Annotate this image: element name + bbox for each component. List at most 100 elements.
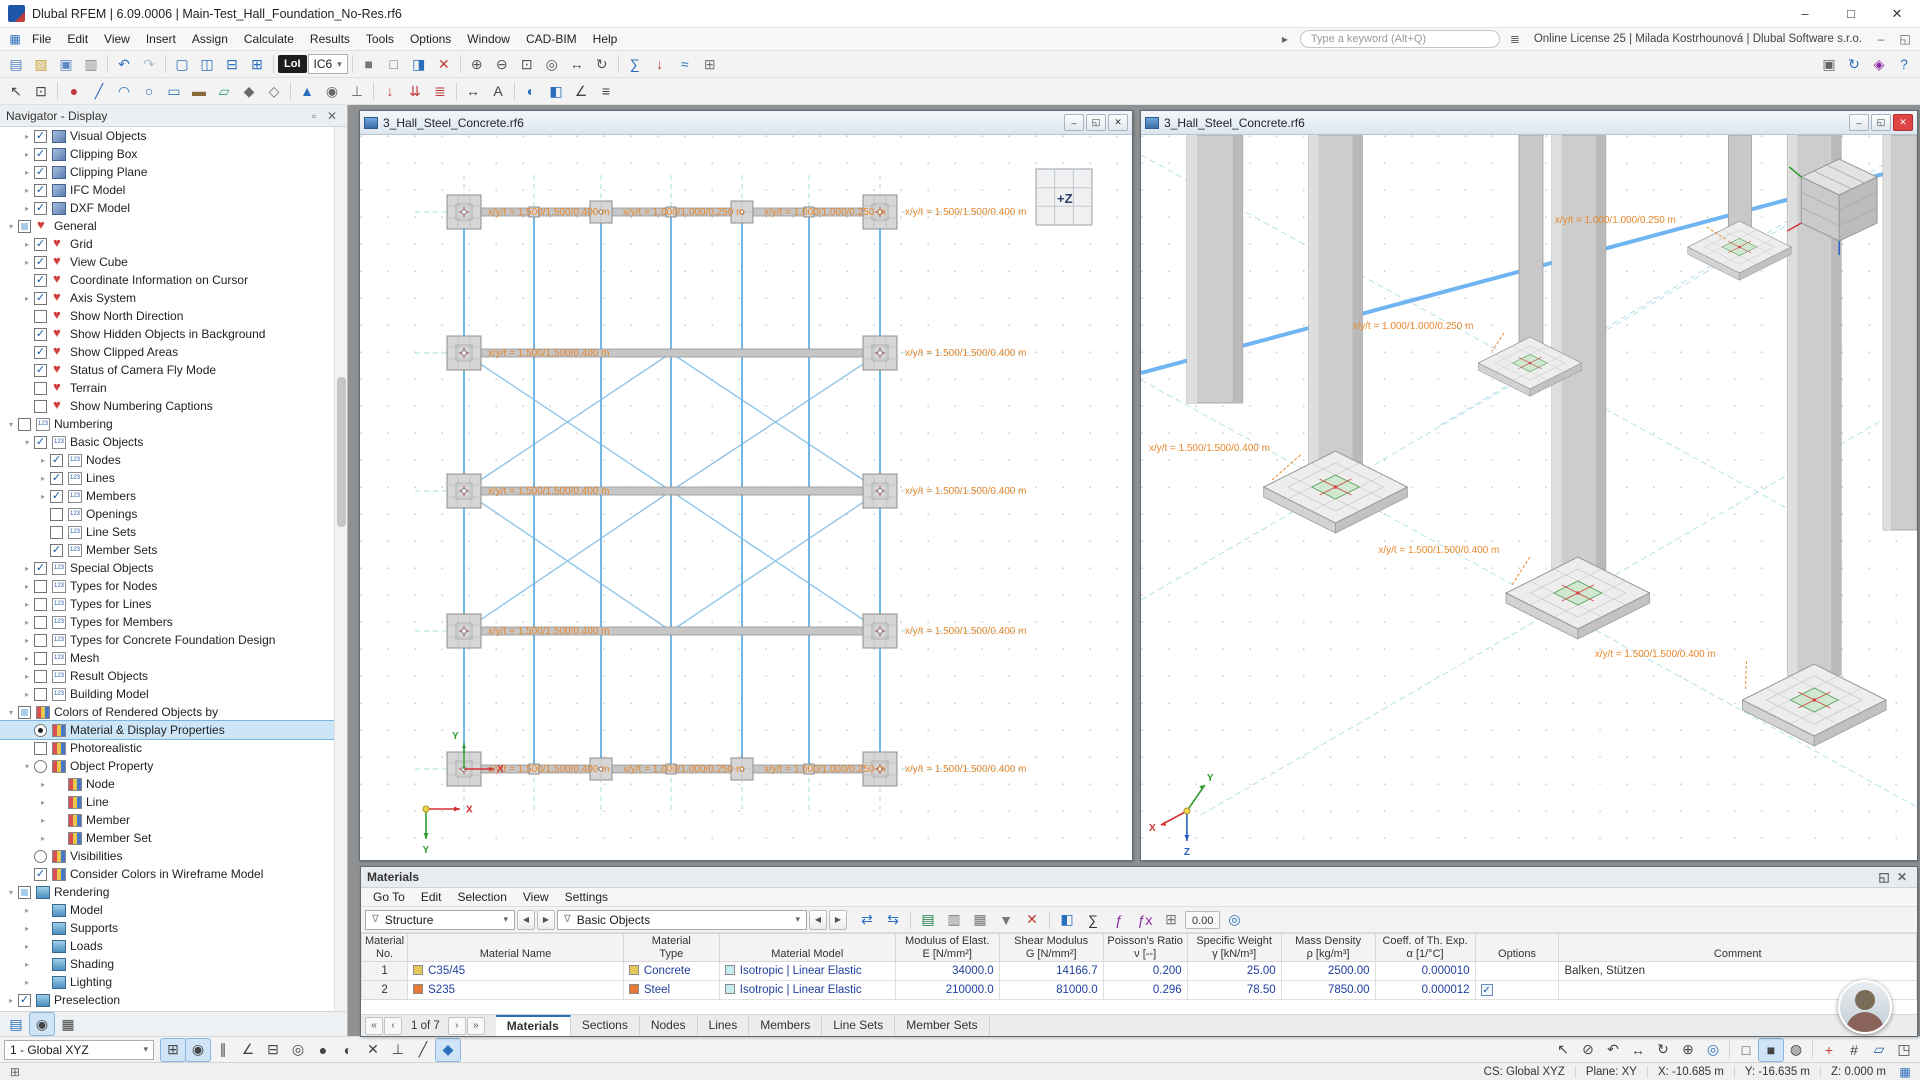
checkbox[interactable]: ✓: [50, 543, 63, 557]
tree-item-types-for-members[interactable]: ▸ Types for Members: [0, 613, 347, 631]
checkbox[interactable]: ✓: [34, 237, 47, 251]
tree-item-building-model[interactable]: ▸ Building Model: [0, 685, 347, 703]
sum-icon[interactable]: ∑: [1081, 909, 1105, 931]
toolbar-overflow-icon[interactable]: ▸: [1276, 32, 1294, 46]
materials-dock-icon[interactable]: ◱: [1875, 870, 1893, 884]
menu-item-file[interactable]: File: [24, 28, 59, 50]
perpendicular-snap-icon[interactable]: ⊥: [386, 1039, 410, 1061]
fullscreen-icon[interactable]: ◳: [1892, 1039, 1916, 1061]
zoom-in-icon[interactable]: ⊕: [465, 53, 489, 75]
new-model-icon[interactable]: ▤: [4, 53, 28, 75]
expander-icon[interactable]: ▸: [20, 618, 34, 627]
checkbox[interactable]: [34, 741, 47, 755]
decimal-places-button[interactable]: 0.00: [1185, 910, 1221, 929]
checkbox[interactable]: [34, 633, 47, 647]
viewport1-minimize-button[interactable]: –: [1064, 114, 1084, 131]
nodal-load-icon[interactable]: ↓: [378, 80, 402, 102]
tree-item-node[interactable]: ▸ Node: [0, 775, 347, 793]
expander-icon[interactable]: ▸: [20, 600, 34, 609]
tree-item-model[interactable]: ▸ Model: [0, 901, 347, 919]
cell-model[interactable]: Isotropic | Linear Elastic: [718, 980, 896, 1000]
zoom-out-icon[interactable]: ⊖: [490, 53, 514, 75]
cell-e[interactable]: 34000.0: [894, 961, 1000, 981]
tree-item-basic-objects[interactable]: ▾✓ Basic Objects: [0, 433, 347, 451]
expander-icon[interactable]: ▸: [20, 204, 34, 213]
dimension-tool-icon[interactable]: ↔: [461, 80, 485, 102]
cell-type[interactable]: Concrete: [622, 961, 720, 981]
next-page-button[interactable]: ›: [447, 1016, 466, 1035]
column-header-g-n-mm[interactable]: Shear Modulus G [N/mm²]: [998, 933, 1104, 962]
cell-g[interactable]: 14166.7: [998, 961, 1104, 981]
navigator-close-icon[interactable]: ✕: [323, 109, 341, 123]
viewport2-titlebar[interactable]: 3_Hall_Steel_Concrete.rf6 – ◱ ✕: [1141, 111, 1917, 135]
tree-item-member-sets[interactable]: ✓ Member Sets: [0, 541, 347, 559]
render-solid-icon[interactable]: ■: [357, 53, 381, 75]
materials-menu-edit[interactable]: Edit: [413, 888, 450, 906]
menu-item-results[interactable]: Results: [302, 28, 358, 50]
nodal-support-icon[interactable]: ▲: [295, 80, 319, 102]
column-header-material-name[interactable]: Material Name: [407, 933, 624, 962]
tree-item-terrain[interactable]: Terrain: [0, 379, 347, 397]
tree-item-supports[interactable]: ▸ Supports: [0, 919, 347, 937]
member-hinge-icon[interactable]: ◉: [320, 80, 344, 102]
export-table-icon[interactable]: ▤: [916, 909, 940, 931]
tree-item-lighting[interactable]: ▸ Lighting: [0, 973, 347, 991]
document-restore-icon[interactable]: ◱: [1896, 32, 1914, 46]
expander-icon[interactable]: ▸: [20, 942, 34, 951]
column-header-[interactable]: Poisson's Ratio ν [--]: [1102, 933, 1188, 962]
tree-item-preselection[interactable]: ▸ ✓ Preselection: [0, 991, 347, 1009]
tab-members[interactable]: Members: [749, 1015, 823, 1036]
column-header-options[interactable]: Options: [1474, 933, 1560, 962]
pan-view-icon[interactable]: ↔: [1626, 1039, 1650, 1061]
checkbox[interactable]: [18, 705, 31, 719]
menu-item-assign[interactable]: Assign: [184, 28, 236, 50]
search-options-icon[interactable]: ≣: [1506, 32, 1524, 46]
previous-view-icon[interactable]: ↶: [1601, 1039, 1625, 1061]
grid-settings-icon[interactable]: ⊞: [6, 1065, 24, 1079]
viewport1-titlebar[interactable]: 3_Hall_Steel_Concrete.rf6 – ◱ ✕: [360, 111, 1132, 135]
tree-item-consider-colors-in-wireframe-model[interactable]: ✓ Consider Colors in Wireframe Model: [0, 865, 347, 883]
circle-tool-icon[interactable]: ○: [137, 80, 161, 102]
expander-icon[interactable]: ▸: [20, 924, 34, 933]
cell-type[interactable]: Steel: [622, 980, 720, 1000]
units-icon[interactable]: ⊞: [1159, 909, 1183, 931]
tab-sections[interactable]: Sections: [570, 1015, 640, 1036]
radio-button[interactable]: [34, 723, 47, 737]
node-tool-icon[interactable]: ●: [62, 80, 86, 102]
menu-item-window[interactable]: Window: [459, 28, 518, 50]
pan-icon[interactable]: ↔: [565, 53, 589, 75]
table-follow-selection-icon[interactable]: ⇄: [855, 909, 879, 931]
endpoint-snap-icon[interactable]: ●: [311, 1039, 335, 1061]
regenerate-icon[interactable]: ↻: [1842, 53, 1866, 75]
checkbox[interactable]: [18, 885, 31, 899]
cell-comment[interactable]: Balken, Stützen: [1558, 961, 1917, 981]
wireframe-display-icon[interactable]: □: [1734, 1039, 1758, 1061]
object-snap-icon[interactable]: ◆: [435, 1037, 461, 1062]
show-loads-icon[interactable]: ↓: [648, 53, 672, 75]
menu-item-options[interactable]: Options: [402, 28, 459, 50]
snap-toggle-icon[interactable]: ◉: [185, 1037, 211, 1062]
navigator-scrollbar[interactable]: [334, 127, 347, 1011]
checkbox[interactable]: [34, 309, 47, 323]
cell-model[interactable]: Isotropic | Linear Elastic: [718, 961, 896, 981]
checkbox[interactable]: ✓: [34, 345, 47, 359]
menu-item-insert[interactable]: Insert: [138, 28, 184, 50]
expander-icon[interactable]: ▸: [20, 564, 34, 573]
checkbox[interactable]: [34, 381, 47, 395]
cell-name[interactable]: C35/45: [407, 961, 624, 981]
expander-icon[interactable]: ▾: [4, 888, 18, 897]
checkbox[interactable]: ✓: [50, 489, 63, 503]
expander-icon[interactable]: ▸: [20, 294, 34, 303]
menu-item-help[interactable]: Help: [585, 28, 626, 50]
checkbox[interactable]: ✓: [34, 129, 47, 143]
window-quad-icon[interactable]: ⊞: [245, 53, 269, 75]
cartesian-snap-icon[interactable]: ⊟: [261, 1039, 285, 1061]
print-table-icon[interactable]: ▥: [942, 909, 966, 931]
tree-item-clipping-box[interactable]: ▸ ✓ Clipping Box: [0, 145, 347, 163]
first-page-button[interactable]: «: [365, 1016, 383, 1035]
navigator-display-icon[interactable]: ◉: [29, 1012, 55, 1036]
expander-icon[interactable]: ▸: [36, 816, 50, 825]
viewport1-close-button[interactable]: ✕: [1108, 114, 1128, 131]
orbit-icon[interactable]: ↻: [590, 53, 614, 75]
render-wireframe-icon[interactable]: □: [382, 53, 406, 75]
